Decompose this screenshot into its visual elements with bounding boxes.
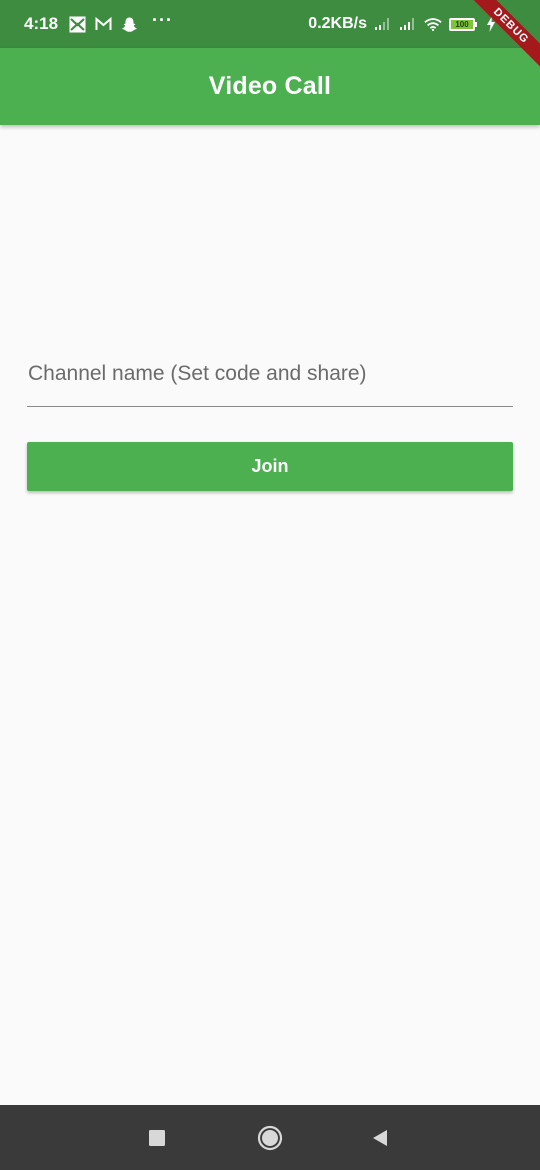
home-icon (257, 1125, 283, 1150)
status-time: 4:18 (24, 14, 59, 33)
status-bar: 4:18 ··· 0.2KB/s 100 (0, 0, 540, 48)
recents-button[interactable] (127, 1105, 187, 1170)
status-left: 4:18 ··· (24, 0, 173, 48)
channel-name-field (27, 350, 513, 407)
back-button[interactable] (350, 1105, 410, 1170)
news-icon (68, 15, 86, 33)
recents-icon (149, 1129, 165, 1146)
join-button[interactable]: Join (27, 442, 513, 491)
channel-name-input[interactable] (27, 350, 513, 407)
app-bar: Video Call (0, 48, 540, 125)
page-title: Video Call (208, 72, 332, 100)
snapchat-icon (120, 15, 138, 33)
back-icon (373, 1129, 387, 1146)
network-speed: 0.2KB/s (308, 15, 367, 32)
navigation-bar (0, 1105, 540, 1170)
charging-icon (482, 15, 500, 33)
gmail-icon (94, 15, 112, 33)
battery-icon: 100 (449, 17, 477, 31)
wifi-icon (424, 15, 442, 33)
status-right: 0.2KB/s 100 (308, 0, 500, 48)
more-dots-icon: ··· (152, 9, 174, 30)
signal-icon (399, 15, 417, 33)
battery-percent: 100 (455, 19, 469, 29)
home-button[interactable] (240, 1105, 300, 1170)
signal-icon (374, 15, 392, 33)
